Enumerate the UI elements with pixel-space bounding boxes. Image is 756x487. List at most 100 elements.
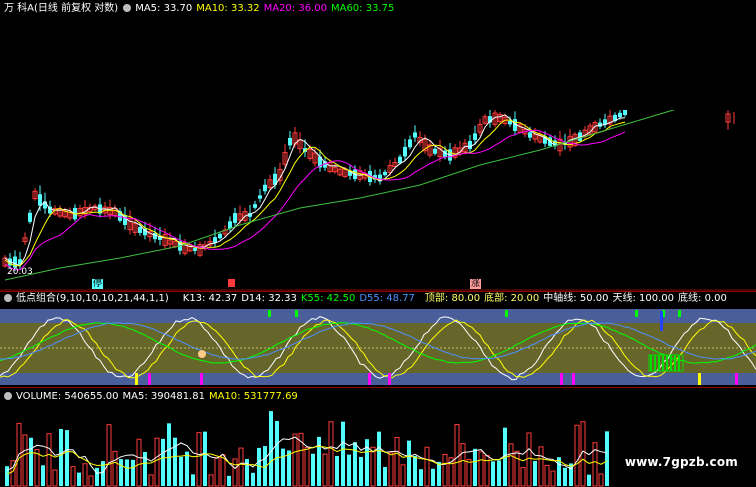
ma10-value: MA10: 33.32 [196,3,260,14]
candle-body [263,184,267,192]
signal-block [678,355,680,371]
low-price-label: 20.03 [7,267,33,277]
volume-pane[interactable]: VOLUME: 540655.00 MA5: 390481.81 MA10: 531… [0,387,756,487]
volume-bar [227,475,231,486]
volume-bar [82,463,88,487]
volume-bar [424,446,430,487]
d55-value: D55: 48.77 [359,293,415,304]
candle-body [403,146,407,157]
hand-icon [198,350,206,358]
settings-circle-icon[interactable] [4,392,12,400]
volume-bar [478,451,484,487]
signal-block [654,355,656,371]
candle-body [408,139,412,148]
settings-circle-icon[interactable] [4,294,12,302]
volume-ma10: MA10: 531777.69 [208,391,298,402]
volume-bar [419,469,423,486]
volume-bar [598,473,604,487]
candle-body [528,132,532,138]
volume-bar [454,424,460,487]
volume-bar [491,461,495,486]
volume-bar [311,453,315,486]
volume-bar [347,454,351,486]
volume-bar [95,467,99,486]
volume-bar [544,464,550,487]
settings-circle-icon[interactable] [123,4,132,12]
volume-bar [526,432,532,487]
volume-bar [538,446,544,487]
k13-value: K13: 42.37 [182,293,238,304]
volume-bar [167,423,171,486]
limit-up-marker: 涨 [470,279,482,289]
candle-body [468,140,472,150]
volume-bar [203,431,207,486]
signal-block [674,355,676,371]
volume-bar [59,428,63,486]
volume-bar [196,432,202,487]
ma20-value: MA20: 36.00 [263,3,327,14]
indicator-header: 低点组合(9,10,10,10,21,44,1,1) K13: 42.37 D14:… [4,293,731,305]
top-signal [660,311,663,331]
volume-bar [365,439,369,486]
stock-name: 万 科A [4,3,35,14]
volume-bar [77,472,81,486]
price-header: 万 科A(日线 前复权 对数) MA5: 33.70 MA10: 33.32 MA20… [4,3,398,15]
volume-bar [119,459,123,486]
volume-bar [125,459,129,486]
signal-block [670,355,672,371]
volume-bar [281,448,285,486]
volume-bar [70,466,76,487]
volume-bar [413,455,417,486]
signal-block [658,355,660,371]
volume-bar [431,468,435,486]
bottom-signal [148,373,151,385]
volume-bar [232,458,238,487]
ma60-value: MA60: 33.75 [330,3,395,14]
candle-body [473,133,477,140]
signal-block [666,355,668,371]
volume-bar [328,421,334,487]
volume-bar [335,455,339,486]
volume-bar [208,474,214,487]
bottom-signal [735,373,738,385]
volume-bar [106,424,112,487]
volume-bar [269,411,273,486]
volume-bar [179,456,183,486]
volume-bar [275,421,279,486]
volume-bar [136,438,142,487]
event-marker [228,279,235,287]
signal-block [662,355,664,371]
volume-bar [143,451,147,486]
volume-bar [370,446,376,487]
candle-body [433,148,437,154]
volume-bar [520,467,526,487]
volume-bar [359,456,363,486]
volume-ma5: MA5: 390481.81 [122,391,205,402]
candle-body [253,204,257,208]
volume-bar [287,450,291,486]
volume-bar [161,438,165,486]
volume-bar [533,460,537,486]
volume-bar [317,436,321,486]
volume-bar [112,450,118,487]
volume-bar [442,453,448,487]
top-signal [268,310,271,317]
candle-body [233,213,237,223]
indicator-pane[interactable]: 低点组合(9,10,10,10,21,44,1,1) K13: 42.37 D14:… [0,291,756,387]
volume-bar [460,443,466,487]
watermark: www.7gpzb.com [624,455,738,469]
volume-bar [473,448,477,486]
volume-bar [400,464,406,487]
top-signal [295,310,298,317]
signal-block [650,355,652,371]
volume-bar [407,440,411,486]
top-signal [505,310,508,317]
price-chart-pane[interactable]: 万 科A(日线 前复权 对数) MA5: 33.70 MA10: 33.32 MA20… [0,0,756,291]
volume-bar [574,424,580,487]
bottom-signal [200,373,203,385]
candle-body [218,233,222,239]
top-value: 顶部: 80.00 [424,293,481,304]
volume-bar [131,459,135,486]
volume-bar [46,433,52,487]
volume-bar [394,436,400,487]
